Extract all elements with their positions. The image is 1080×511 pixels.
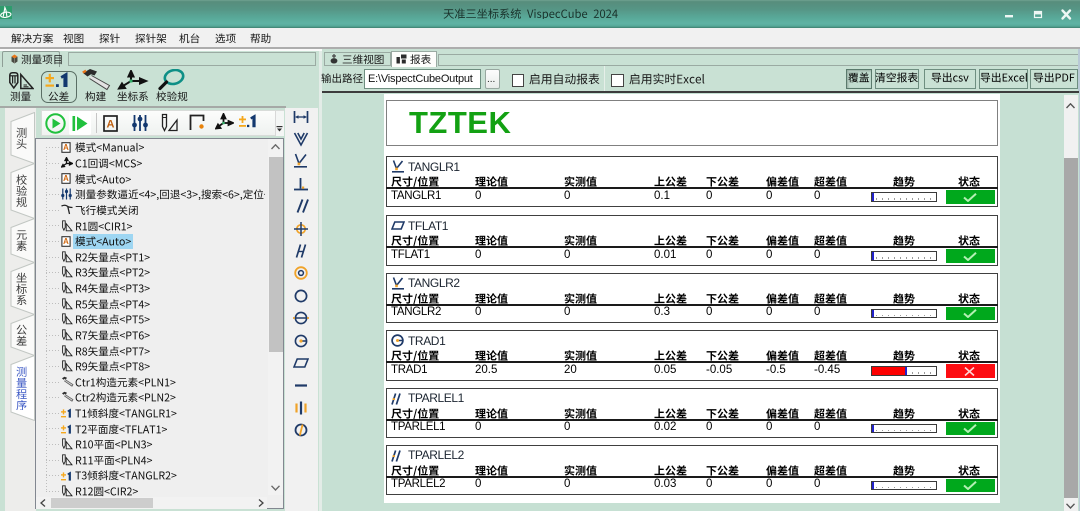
svg-text:A: A [63,237,69,246]
svg-text:A: A [107,118,115,130]
svg-text:A: A [63,143,69,152]
svg-text:A: A [63,174,69,183]
